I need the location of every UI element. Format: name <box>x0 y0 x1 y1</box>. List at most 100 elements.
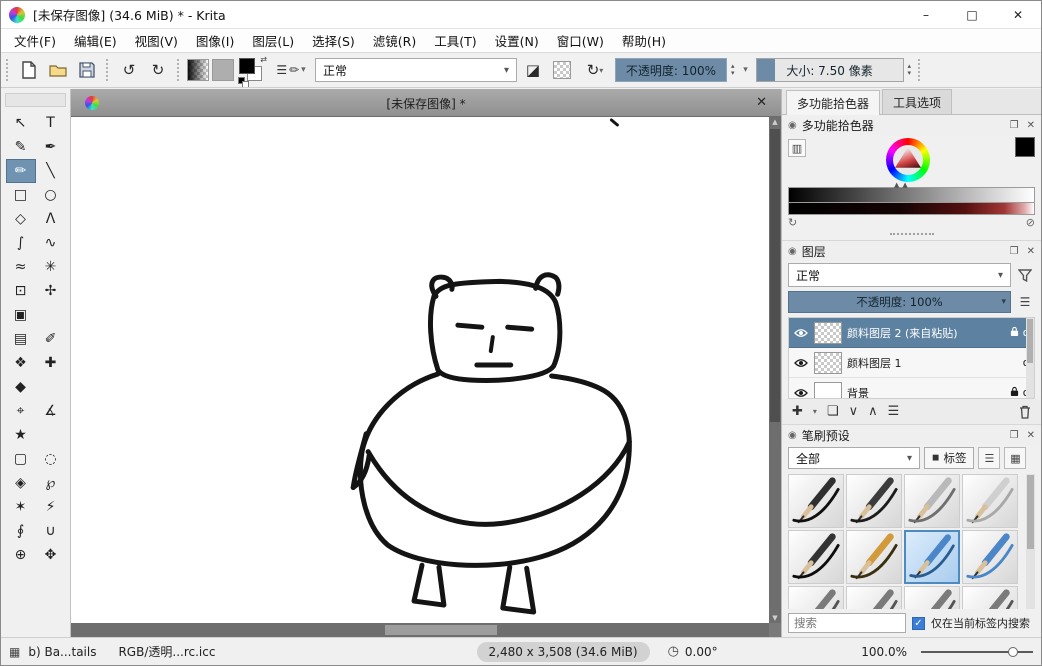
opacity-slider[interactable]: 不透明度: 100% <box>615 58 727 82</box>
eraser-mode-button[interactable]: ◪ <box>520 57 546 83</box>
polygonal-selection-tool[interactable]: ◈ <box>6 471 36 495</box>
polyline-tool[interactable]: Λ <box>36 207 66 231</box>
zoom-tool[interactable]: ⊕ <box>6 543 36 567</box>
elliptical-selection-tool[interactable]: ◌ <box>36 447 66 471</box>
close-docker-icon[interactable]: ✕ <box>1027 246 1035 257</box>
opacity-spinner[interactable]: ▴▾ <box>730 63 736 77</box>
brush-preset-5[interactable] <box>788 530 844 584</box>
menu-item[interactable]: 编辑(E) <box>65 29 126 52</box>
menu-item[interactable]: 视图(V) <box>126 29 187 52</box>
undo-button[interactable]: ↺ <box>116 57 142 83</box>
brush-preset-6[interactable] <box>846 530 902 584</box>
dynamic-brush-tool[interactable]: ≈ <box>6 255 36 279</box>
tag-button[interactable]: ◼ 标签 <box>924 447 974 469</box>
foreground-background-colors[interactable]: ⇄ <box>237 56 267 84</box>
add-layer-button[interactable]: ✚ <box>792 404 803 419</box>
menu-item[interactable]: 帮助(H) <box>613 29 675 52</box>
dock-tab-inactive[interactable]: 工具选项 <box>882 89 952 114</box>
layer-thumbnail[interactable] <box>814 322 842 344</box>
preset-scrollbar-thumb[interactable] <box>1027 475 1034 549</box>
menu-item[interactable]: 图层(L) <box>243 29 303 52</box>
layer-thumbnail[interactable] <box>814 352 842 374</box>
float-docker-icon[interactable]: ❐ <box>1010 120 1019 131</box>
layer-properties-button[interactable]: ☰ <box>888 404 900 419</box>
menu-item[interactable]: 文件(F) <box>5 29 65 52</box>
opacity-options-caret[interactable]: ▾ <box>739 57 753 83</box>
docker-splitter[interactable] <box>782 230 1041 238</box>
color-wheel[interactable] <box>886 138 930 182</box>
layer-visibility-toggle[interactable] <box>793 388 809 398</box>
new-document-button[interactable] <box>16 57 42 83</box>
add-layer-caret[interactable]: ▾ <box>813 407 817 416</box>
smart-patch-tool[interactable]: ✚ <box>36 351 66 375</box>
preset-search-input[interactable] <box>788 613 906 633</box>
zoom-slider[interactable] <box>921 645 1033 659</box>
save-button[interactable] <box>74 57 100 83</box>
color-sampler-tool[interactable]: ✐ <box>36 327 66 351</box>
move-tool[interactable]: ✢ <box>36 279 66 303</box>
swap-colors-icon[interactable]: ⇄ <box>260 56 267 64</box>
preserve-alpha-button[interactable] <box>549 57 575 83</box>
brush-preset-3[interactable] <box>904 474 960 528</box>
close-docker-icon[interactable]: ✕ <box>1027 430 1035 441</box>
layer-lock-icon[interactable] <box>1010 326 1019 340</box>
scroll-up-icon[interactable]: ▲ <box>769 118 781 126</box>
text-tool[interactable]: T <box>36 111 66 135</box>
brush-preset-10[interactable] <box>846 586 902 609</box>
brush-preset-2[interactable] <box>846 474 902 528</box>
brush-preset-7[interactable] <box>904 530 960 584</box>
layer-opacity-slider[interactable]: 不透明度: 100% ▾ <box>788 291 1011 313</box>
open-document-button[interactable] <box>45 57 71 83</box>
preset-scrollbar[interactable] <box>1026 474 1035 609</box>
layer-visibility-toggle[interactable] <box>793 328 809 338</box>
layer-blending-mode-dropdown[interactable]: 正常 ▾ <box>788 263 1011 287</box>
shade-gradient-strip[interactable] <box>788 202 1035 215</box>
layer-options-button[interactable]: ☰ <box>1015 292 1035 312</box>
layer-name[interactable]: 背景 <box>847 385 1005 400</box>
redo-button[interactable]: ↻ <box>145 57 171 83</box>
layer-thumbnail[interactable] <box>814 382 842 400</box>
canvas[interactable] <box>71 117 769 623</box>
move-layer-down-button[interactable]: ∨ <box>849 404 859 419</box>
horizontal-scrollbar-thumb[interactable] <box>385 625 497 635</box>
scroll-down-icon[interactable]: ▼ <box>769 614 781 622</box>
fill-tool[interactable]: ◆ <box>6 375 36 399</box>
assistants-tool[interactable]: ⌖ <box>6 399 36 423</box>
current-color-swatch[interactable] <box>1015 137 1035 157</box>
layer-list-scrollbar[interactable] <box>1026 318 1034 398</box>
freehand-path-tool[interactable]: ∿ <box>36 231 66 255</box>
contiguous-selection-tool[interactable]: ⚡ <box>36 495 66 519</box>
selection-mode-icon[interactable]: ▦ <box>9 645 20 659</box>
brush-preset-9[interactable] <box>788 586 844 609</box>
gradient-tool[interactable]: ▤ <box>6 327 36 351</box>
brush-editor-button[interactable]: ☰ ✏ ▾ <box>270 57 312 83</box>
pan-tool[interactable]: ✥ <box>36 543 66 567</box>
color-history-icon[interactable]: ↻ <box>788 216 797 229</box>
close-docker-icon[interactable]: ✕ <box>1027 120 1035 131</box>
select-shapes-tool[interactable]: ↖ <box>6 111 36 135</box>
dock-tab-active[interactable]: 多功能拾色器 <box>786 90 880 115</box>
calligraphy-tool[interactable]: ✒ <box>36 135 66 159</box>
image-size-badge[interactable]: 2,480 x 3,508 (34.6 MiB) <box>477 642 650 662</box>
edit-shapes-tool[interactable]: ✎ <box>6 135 36 159</box>
brush-preset-4[interactable] <box>962 474 1018 528</box>
measure-tool[interactable]: ∡ <box>36 399 66 423</box>
layer-lock-icon[interactable] <box>1010 386 1019 400</box>
gradient-chooser[interactable] <box>187 59 209 81</box>
similar-color-selection-tool[interactable]: ✶ <box>6 495 36 519</box>
blending-mode-dropdown[interactable]: 正常 ▾ <box>315 58 517 82</box>
polygon-tool[interactable]: ◇ <box>6 207 36 231</box>
menu-item[interactable]: 工具(T) <box>425 29 485 52</box>
shade-selector-button[interactable]: ▥ <box>788 139 806 157</box>
rotation-dial-icon[interactable]: ◷ <box>668 644 679 659</box>
layer-row[interactable]: 颜料图层 1α <box>789 348 1034 378</box>
magnetic-selection-tool[interactable]: ∪ <box>36 519 66 543</box>
layer-scrollbar-thumb[interactable] <box>1027 319 1033 363</box>
float-docker-icon[interactable]: ❐ <box>1010 246 1019 257</box>
bezier-curve-tool[interactable]: ∫ <box>6 231 36 255</box>
close-button[interactable]: ✕ <box>995 1 1041 29</box>
move-layer-up-button[interactable]: ∧ <box>868 404 878 419</box>
brush-preset-1[interactable] <box>788 474 844 528</box>
reference-images-tool[interactable]: ★ <box>6 423 36 447</box>
reload-preset-button[interactable]: ↻ ▾ <box>578 57 612 83</box>
